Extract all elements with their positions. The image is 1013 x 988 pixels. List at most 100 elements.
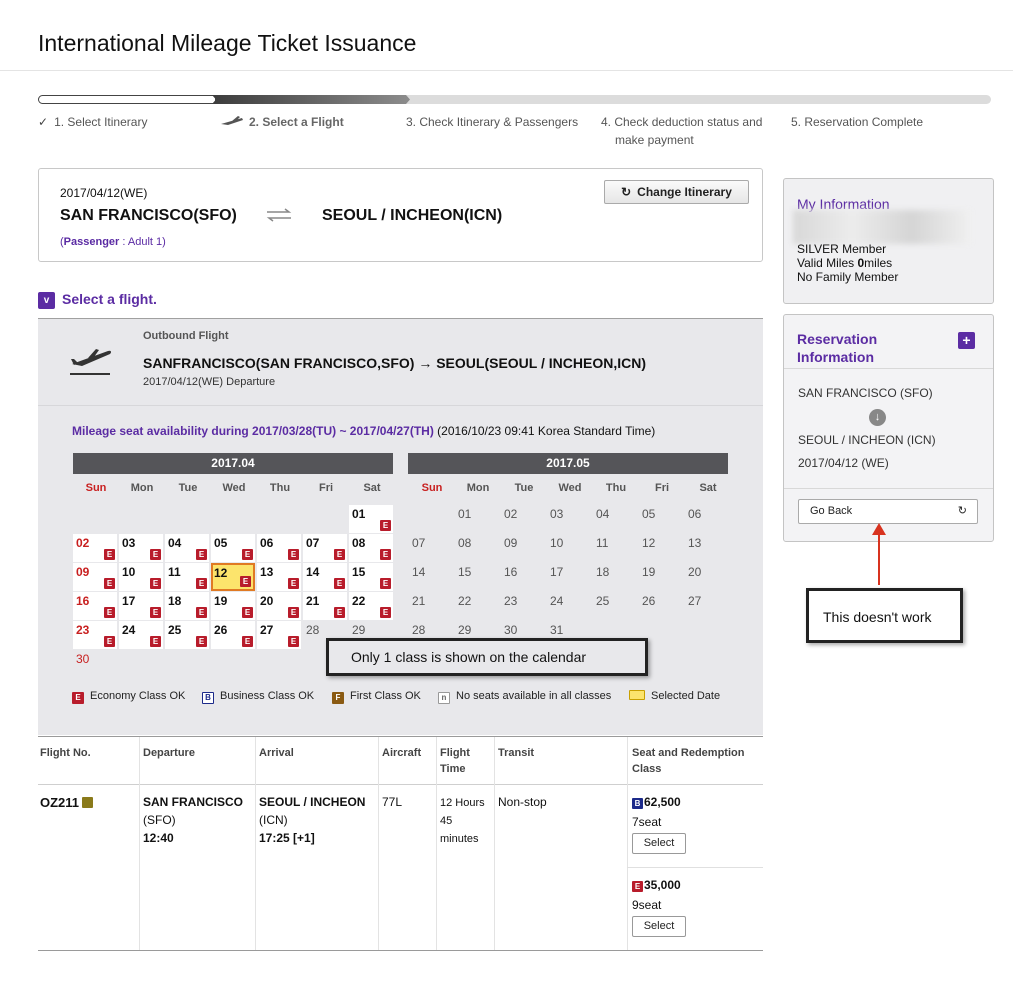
option-divider	[627, 867, 763, 868]
economy-class-badge: E	[150, 578, 161, 589]
calendar-day-16-may: 16	[504, 565, 518, 579]
annotation-goback: This doesn't work	[806, 588, 963, 643]
calendar-day-11-apr[interactable]: 11 E	[165, 563, 209, 591]
calendar-day-26-apr[interactable]: 26 E	[211, 621, 255, 649]
calendar-day-06-apr[interactable]: 06 E	[257, 534, 301, 562]
calendar-day-18-apr[interactable]: 18 E	[165, 592, 209, 620]
outbound-route: SANFRANCISCO(SAN FRANCISCO,SFO) → SEOUL(…	[143, 355, 646, 371]
legend-first: F First Class OK	[332, 690, 421, 704]
economy-class-badge: E	[196, 549, 207, 560]
calendar-day-04-may: 04	[596, 507, 610, 521]
col-divider	[436, 737, 437, 950]
step-4-label: 4. Check deduction status and make payme…	[601, 115, 763, 147]
aircraft-cell: 77L	[382, 795, 403, 809]
expand-plus-icon[interactable]: +	[958, 332, 975, 349]
change-itinerary-button[interactable]: ↻ Change Itinerary	[604, 180, 749, 204]
weekday-label: Sat	[699, 482, 717, 494]
calendar-day-04-apr[interactable]: 04 E	[165, 534, 209, 562]
calendar-day-13-apr[interactable]: 13 E	[257, 563, 301, 591]
calendar-day-25-apr[interactable]: 25 E	[165, 621, 209, 649]
economy-class-badge: E	[288, 549, 299, 560]
refresh-icon: ↻	[621, 185, 632, 199]
calendar-day-28-may: 28	[412, 623, 426, 637]
col-divider	[139, 737, 140, 950]
col-divider	[378, 737, 379, 950]
member-tier: SILVER Member	[797, 242, 887, 256]
calendar-day-15-apr[interactable]: 15 E	[349, 563, 393, 591]
calendar-day-19-apr[interactable]: 19 E	[211, 592, 255, 620]
calendar-day-29-apr: 29	[352, 623, 366, 637]
economy-class-badge: E	[150, 636, 161, 647]
col-transit: Transit	[498, 747, 535, 759]
economy-class-badge: E	[334, 578, 345, 589]
calendar-day-09-apr[interactable]: 09 E	[73, 563, 117, 591]
progress-step-done	[38, 95, 216, 104]
col-aircraft: Aircraft	[382, 747, 422, 759]
passenger-value: : Adult 1)	[122, 236, 166, 248]
calendar-day-22-apr[interactable]: 22 E	[349, 592, 393, 620]
economy-class-badge: E	[240, 576, 251, 587]
calendar-day-26-may: 26	[642, 594, 656, 608]
select-business-button[interactable]: Select	[632, 833, 686, 854]
passenger-info: (Passenger : Adult 1)	[60, 236, 166, 248]
calendar-day-23-may: 23	[504, 594, 518, 608]
calendar-day-07-apr[interactable]: 07 E	[303, 534, 347, 562]
calendar-day-08-may: 08	[458, 536, 472, 550]
calendar-day-17-may: 17	[550, 565, 564, 579]
select-economy-button[interactable]: Select	[632, 916, 686, 937]
calendar-day-01-apr[interactable]: 01 E	[349, 505, 393, 533]
calendar-day-16-apr[interactable]: 16 E	[73, 592, 117, 620]
step-1: ✓ 1. Select Itinerary	[38, 113, 147, 131]
departure-plane-icon	[68, 346, 114, 376]
availability-text: Mileage seat availability during 2017/03…	[72, 424, 656, 438]
col-departure: Departure	[143, 747, 195, 759]
calendar-may-title: 2017.05	[408, 453, 728, 474]
go-back-button[interactable]: Go Back ↻	[798, 499, 978, 524]
calendar-day-17-apr[interactable]: 17 E	[119, 592, 163, 620]
weekday-label: Sat	[363, 482, 381, 494]
calendar-day-12-apr[interactable]: 12 E	[211, 563, 255, 591]
weekday-label: Mon	[130, 482, 154, 494]
swap-arrows-icon	[265, 207, 293, 228]
economy-class-badge: E	[334, 607, 345, 618]
calendar-day-12-may: 12	[642, 536, 656, 550]
calendar-day-22-may: 22	[458, 594, 472, 608]
transit-cell: Non-stop	[498, 795, 547, 809]
memo-icon[interactable]	[82, 797, 94, 808]
legend-economy: E Economy Class OK	[72, 690, 185, 704]
calendar-day-14-may: 14	[412, 565, 426, 579]
calendar-day-10-apr[interactable]: 10 E	[119, 563, 163, 591]
calendar-day-30-may: 30	[504, 623, 518, 637]
fare-option-economy: E 35,000 9seat Select	[632, 878, 686, 937]
calendar-day-03-apr[interactable]: 03 E	[119, 534, 163, 562]
calendar-day-21-apr[interactable]: 21 E	[303, 592, 347, 620]
calendar-day-10-may: 10	[550, 536, 564, 550]
itinerary-destination: SEOUL / INCHEON(ICN)	[322, 207, 503, 224]
calendar-day-02-apr[interactable]: 02 E	[73, 534, 117, 562]
calendar-day-24-apr[interactable]: 24 E	[119, 621, 163, 649]
calendar-day-14-apr[interactable]: 14 E	[303, 563, 347, 591]
title-divider	[0, 70, 1013, 71]
calendar-day-27-may: 27	[688, 594, 702, 608]
outbound-label: Outbound Flight	[143, 330, 229, 342]
economy-class-badge: E	[242, 549, 253, 560]
weekday-label: Fri	[654, 482, 670, 494]
economy-class-badge: E	[104, 549, 115, 560]
calendar-day-05-apr[interactable]: 05 E	[211, 534, 255, 562]
economy-class-badge: E	[380, 549, 391, 560]
col-divider	[494, 737, 495, 950]
weekday-label: Sun	[421, 482, 443, 494]
weekday-label: Wed	[558, 482, 582, 494]
step-3-label: 3. Check Itinerary & Passengers	[406, 115, 579, 129]
calendar-day-24-may: 24	[550, 594, 564, 608]
calendar-day-20-apr[interactable]: 20 E	[257, 592, 301, 620]
calendar-day-27-apr[interactable]: 27 E	[257, 621, 301, 649]
reservation-info-title: Reservation Information	[797, 331, 878, 365]
calendar-day-23-apr[interactable]: 23 E	[73, 621, 117, 649]
collapse-toggle[interactable]: v	[38, 292, 55, 309]
calendar-day-08-apr[interactable]: 08 E	[349, 534, 393, 562]
progress-step-current	[212, 95, 410, 104]
economy-class-badge: E	[196, 636, 207, 647]
business-class-badge: B	[632, 798, 643, 809]
economy-class-badge: E	[288, 607, 299, 618]
